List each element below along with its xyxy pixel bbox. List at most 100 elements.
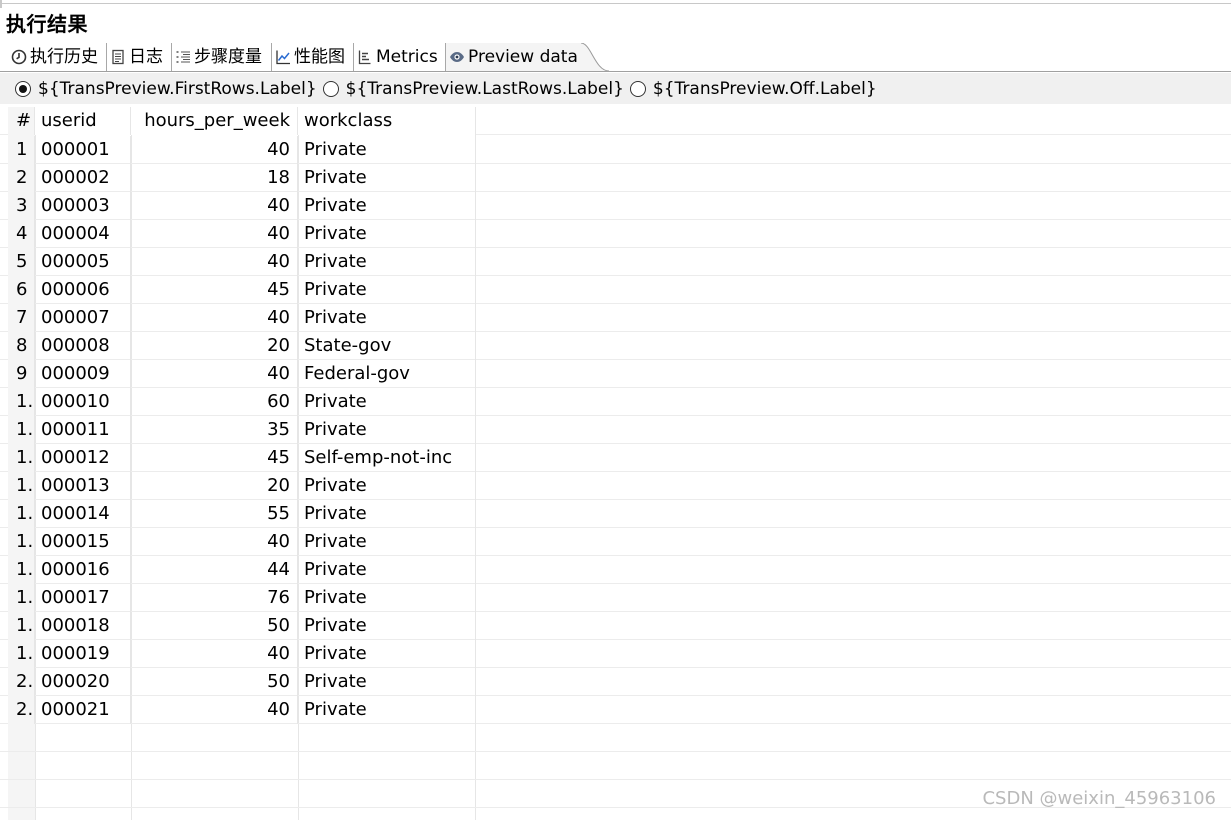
workclass-cell[interactable]: Private bbox=[298, 136, 476, 164]
table-row[interactable]: 1 000001 40 Private bbox=[0, 136, 1231, 164]
table-row[interactable]: 2 000002 18 Private bbox=[0, 164, 1231, 192]
workclass-cell[interactable]: Private bbox=[298, 556, 476, 584]
row-number-cell[interactable]: 8 bbox=[8, 332, 35, 360]
table-row[interactable]: 6 000006 45 Private bbox=[0, 276, 1231, 304]
workclass-cell[interactable]: Private bbox=[298, 276, 476, 304]
row-number-cell[interactable]: 7 bbox=[8, 304, 35, 332]
workclass-cell[interactable]: Private bbox=[298, 612, 476, 640]
row-number-cell[interactable]: 9 bbox=[8, 360, 35, 388]
hours-per-week-cell[interactable]: 55 bbox=[131, 500, 298, 528]
table-row[interactable]: 3 000003 40 Private bbox=[0, 192, 1231, 220]
userid-cell[interactable]: 000018 bbox=[35, 612, 131, 640]
userid-cell[interactable]: 000016 bbox=[35, 556, 131, 584]
hours-per-week-cell[interactable]: 44 bbox=[131, 556, 298, 584]
hours-per-week-cell[interactable]: 40 bbox=[131, 528, 298, 556]
table-row[interactable]: 1. 000013 20 Private bbox=[0, 472, 1231, 500]
workclass-cell[interactable]: Private bbox=[298, 416, 476, 444]
workclass-cell[interactable]: Private bbox=[298, 248, 476, 276]
table-row[interactable]: 1. 000015 40 Private bbox=[0, 528, 1231, 556]
workclass-cell[interactable]: Private bbox=[298, 472, 476, 500]
table-row[interactable]: 7 000007 40 Private bbox=[0, 304, 1231, 332]
userid-cell[interactable]: 000021 bbox=[35, 696, 131, 724]
row-number-cell[interactable]: 1. bbox=[8, 388, 35, 416]
table-row[interactable]: 4 000004 40 Private bbox=[0, 220, 1231, 248]
tab-metrics[interactable]: Metrics bbox=[354, 43, 446, 71]
workclass-cell[interactable]: Private bbox=[298, 640, 476, 668]
userid-cell[interactable]: 000013 bbox=[35, 472, 131, 500]
workclass-cell[interactable]: Private bbox=[298, 192, 476, 220]
row-number-cell[interactable]: 1. bbox=[8, 612, 35, 640]
table-row[interactable]: 8 000008 20 State-gov bbox=[0, 332, 1231, 360]
radio-button[interactable] bbox=[629, 80, 646, 97]
userid-cell[interactable]: 000007 bbox=[35, 304, 131, 332]
row-number-cell[interactable]: 6 bbox=[8, 276, 35, 304]
workclass-cell[interactable]: Private bbox=[298, 528, 476, 556]
tab-execution-history[interactable]: 执行历史 bbox=[8, 43, 107, 71]
workclass-cell[interactable]: State-gov bbox=[298, 332, 476, 360]
tab-preview-data[interactable]: Preview data bbox=[446, 43, 582, 71]
table-row[interactable]: 1. 000012 45 Self-emp-not-inc bbox=[0, 444, 1231, 472]
table-row[interactable]: 2. 000020 50 Private bbox=[0, 668, 1231, 696]
userid-cell[interactable]: 000008 bbox=[35, 332, 131, 360]
row-number-cell[interactable]: 5 bbox=[8, 248, 35, 276]
column-header-userid[interactable]: userid bbox=[35, 107, 131, 135]
row-number-cell[interactable]: 2. bbox=[8, 668, 35, 696]
row-number-cell[interactable]: 1. bbox=[8, 556, 35, 584]
workclass-cell[interactable]: Private bbox=[298, 584, 476, 612]
row-number-cell[interactable]: 1. bbox=[8, 472, 35, 500]
hours-per-week-cell[interactable]: 40 bbox=[131, 136, 298, 164]
column-header-workclass[interactable]: workclass bbox=[298, 107, 476, 135]
row-number-cell[interactable]: 3 bbox=[8, 192, 35, 220]
userid-cell[interactable]: 000001 bbox=[35, 136, 131, 164]
hours-per-week-cell[interactable]: 40 bbox=[131, 192, 298, 220]
column-header-hours-per-week[interactable]: hours_per_week bbox=[131, 107, 298, 135]
hours-per-week-cell[interactable]: 40 bbox=[131, 360, 298, 388]
radio-off[interactable]: ${TransPreview.Off.Label} bbox=[629, 73, 877, 104]
workclass-cell[interactable]: Private bbox=[298, 668, 476, 696]
hours-per-week-cell[interactable]: 40 bbox=[131, 248, 298, 276]
userid-cell[interactable]: 000012 bbox=[35, 444, 131, 472]
workclass-cell[interactable]: Private bbox=[298, 696, 476, 724]
hours-per-week-cell[interactable]: 45 bbox=[131, 276, 298, 304]
column-header-index[interactable]: ^ # bbox=[8, 107, 35, 135]
radio-last-rows[interactable]: ${TransPreview.LastRows.Label} bbox=[322, 73, 624, 104]
hours-per-week-cell[interactable]: 40 bbox=[131, 220, 298, 248]
userid-cell[interactable]: 000014 bbox=[35, 500, 131, 528]
row-number-cell[interactable]: 2 bbox=[8, 164, 35, 192]
row-number-cell[interactable]: 1 bbox=[8, 136, 35, 164]
userid-cell[interactable]: 000004 bbox=[35, 220, 131, 248]
row-number-cell[interactable]: 1. bbox=[8, 416, 35, 444]
table-row[interactable]: 5 000005 40 Private bbox=[0, 248, 1231, 276]
workclass-cell[interactable]: Private bbox=[298, 164, 476, 192]
userid-cell[interactable]: 000015 bbox=[35, 528, 131, 556]
tab-log[interactable]: 日志 bbox=[107, 43, 172, 71]
row-number-cell[interactable]: 2. bbox=[8, 696, 35, 724]
table-row[interactable]: 9 000009 40 Federal-gov bbox=[0, 360, 1231, 388]
hours-per-week-cell[interactable]: 35 bbox=[131, 416, 298, 444]
hours-per-week-cell[interactable]: 40 bbox=[131, 640, 298, 668]
userid-cell[interactable]: 000006 bbox=[35, 276, 131, 304]
userid-cell[interactable]: 000002 bbox=[35, 164, 131, 192]
row-number-cell[interactable]: 4 bbox=[8, 220, 35, 248]
table-row[interactable]: 1. 000010 60 Private bbox=[0, 388, 1231, 416]
userid-cell[interactable]: 000019 bbox=[35, 640, 131, 668]
hours-per-week-cell[interactable]: 20 bbox=[131, 472, 298, 500]
table-row[interactable]: 1. 000016 44 Private bbox=[0, 556, 1231, 584]
radio-button-checked[interactable] bbox=[15, 80, 31, 97]
workclass-cell[interactable]: Private bbox=[298, 500, 476, 528]
table-row[interactable]: 2. 000021 40 Private bbox=[0, 696, 1231, 724]
userid-cell[interactable]: 000003 bbox=[35, 192, 131, 220]
row-number-cell[interactable]: 1. bbox=[8, 528, 35, 556]
workclass-cell[interactable]: Private bbox=[298, 304, 476, 332]
workclass-cell[interactable]: Private bbox=[298, 388, 476, 416]
table-row[interactable]: 1. 000014 55 Private bbox=[0, 500, 1231, 528]
table-row[interactable]: 1. 000019 40 Private bbox=[0, 640, 1231, 668]
hours-per-week-cell[interactable]: 18 bbox=[131, 164, 298, 192]
hours-per-week-cell[interactable]: 76 bbox=[131, 584, 298, 612]
hours-per-week-cell[interactable]: 40 bbox=[131, 304, 298, 332]
userid-cell[interactable]: 000005 bbox=[35, 248, 131, 276]
row-number-cell[interactable]: 1. bbox=[8, 500, 35, 528]
hours-per-week-cell[interactable]: 50 bbox=[131, 612, 298, 640]
tab-performance-chart[interactable]: 性能图 bbox=[272, 43, 354, 71]
hours-per-week-cell[interactable]: 50 bbox=[131, 668, 298, 696]
